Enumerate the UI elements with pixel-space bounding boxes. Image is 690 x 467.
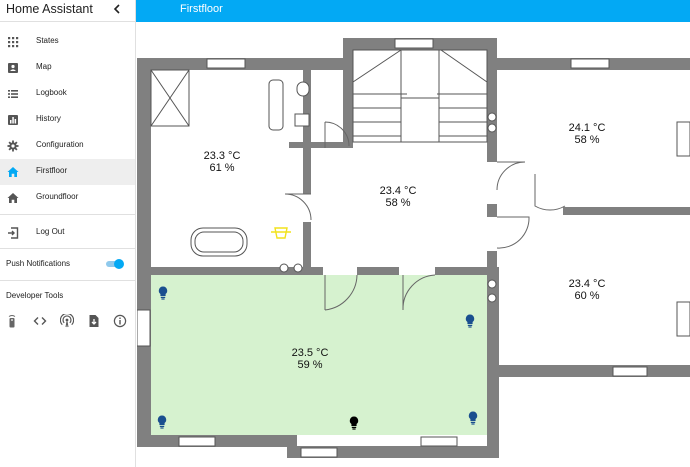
sidebar-item-firstfloor[interactable]: Firstfloor: [0, 159, 135, 185]
top-app-bar: Firstfloor: [136, 0, 690, 22]
sidebar-item-history[interactable]: History: [0, 107, 135, 133]
top-right-room-humidity: 58 %: [574, 134, 600, 146]
home-icon: [7, 193, 19, 203]
hallway-temperature: 23.4 °C: [379, 185, 417, 197]
sidebar-divider: [0, 280, 135, 281]
sidebar-header: Home Assistant: [0, 0, 135, 22]
living-room-humidity: 59 %: [297, 359, 323, 371]
sidebar-item-groundfloor[interactable]: Groundfloor: [0, 185, 135, 211]
door-opening: [303, 194, 311, 222]
mid-right-room-humidity: 60 %: [574, 290, 600, 302]
sidebar-item-map[interactable]: Map: [0, 55, 135, 81]
sidebar-divider: [0, 214, 135, 215]
radio-tower-icon[interactable]: [60, 314, 74, 328]
fixture-lamp: [271, 227, 291, 239]
sidebar-item-configuration[interactable]: Configuration: [0, 133, 135, 159]
top-right-room-temperature: 24.1 °C: [568, 122, 606, 134]
sidebar-item-label: History: [36, 114, 61, 123]
sidebar-item-label: Logbook: [36, 88, 67, 97]
sidebar-item-states[interactable]: States: [0, 29, 135, 55]
sidebar-divider: [0, 248, 135, 249]
lightbulb-icon[interactable]: [465, 314, 475, 328]
sidebar-item-label: Log Out: [36, 227, 65, 236]
lightbulb-icon[interactable]: [158, 286, 168, 300]
mid-right-room-reading[interactable]: 23.4 °C 60 %: [557, 278, 617, 302]
staircase: [352, 49, 488, 143]
code-icon[interactable]: [33, 314, 47, 328]
toggle-knob: [114, 259, 124, 269]
page-title: Firstfloor: [180, 3, 223, 15]
bathroom-temperature: 23.3 °C: [203, 150, 241, 162]
logout-icon: [8, 227, 19, 239]
top-right-room-reading[interactable]: 24.1 °C 58 %: [557, 122, 617, 146]
door-opening: [497, 207, 563, 215]
sidebar-item-logout[interactable]: Log Out: [0, 220, 135, 246]
sidebar-item-label: Firstfloor: [36, 166, 68, 175]
bathroom-humidity: 61 %: [209, 162, 235, 174]
chart-icon: [8, 115, 18, 125]
door-opening: [487, 217, 497, 251]
list-icon: [8, 90, 18, 98]
hallway-reading[interactable]: 23.4 °C 58 %: [368, 185, 428, 209]
info-icon[interactable]: [113, 314, 127, 328]
grid-icon: [8, 37, 19, 48]
sidebar-item-label: Groundfloor: [36, 192, 79, 201]
sidebar-item-label: Map: [36, 62, 52, 71]
push-notifications-toggle[interactable]: [104, 259, 124, 269]
living-room-reading[interactable]: 23.5 °C 59 %: [280, 347, 340, 371]
file-download-icon[interactable]: [87, 314, 101, 328]
gear-icon: [7, 140, 19, 152]
remote-icon[interactable]: [5, 314, 19, 328]
lightbulb-icon[interactable]: [468, 411, 478, 425]
door-opening: [399, 267, 435, 275]
door-opening: [323, 267, 357, 275]
push-notifications-label: Push Notifications: [6, 259, 71, 268]
sidebar-item-label: States: [36, 36, 59, 45]
sidebar-item-label: Configuration: [36, 140, 84, 149]
hallway-humidity: 58 %: [385, 197, 411, 209]
sidebar-item-logbook[interactable]: Logbook: [0, 81, 135, 107]
lightbulb-icon[interactable]: [157, 415, 167, 429]
app-title: Home Assistant: [6, 2, 93, 16]
living-room-temperature: 23.5 °C: [291, 347, 329, 359]
chevron-left-icon[interactable]: [111, 1, 123, 17]
home-icon: [7, 167, 19, 177]
map-icon: [8, 63, 18, 73]
bathroom-reading[interactable]: 23.3 °C 61 %: [192, 150, 252, 174]
sidebar: Home Assistant States Map Logbook Histor…: [0, 0, 136, 467]
developer-tools-label: Developer Tools: [6, 291, 64, 300]
mid-right-room-temperature: 23.4 °C: [568, 278, 606, 290]
floorplan-drawing: [137, 38, 690, 458]
lightbulb-icon[interactable]: [349, 416, 359, 430]
floorplan: 23.3 °C 61 % 23.4 °C 58 % 24.1 °C 58 % 2…: [137, 22, 690, 467]
door-opening: [487, 162, 497, 204]
